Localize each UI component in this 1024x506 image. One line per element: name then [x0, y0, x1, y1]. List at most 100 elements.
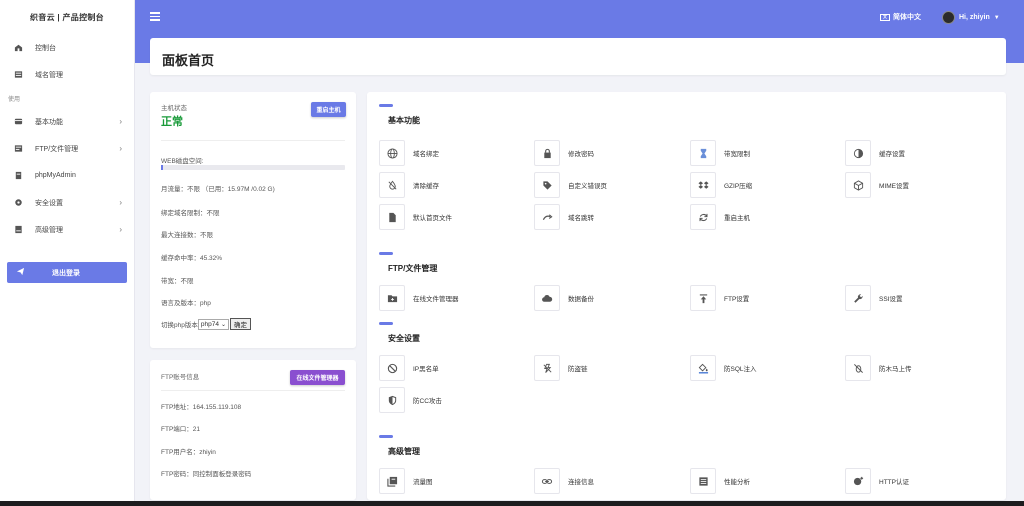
file-manager-button[interactable]: 在线文件管理器 [290, 370, 345, 385]
tile-clear-cache[interactable]: 清除缓存 [379, 172, 439, 198]
chart-icon [379, 468, 405, 494]
language-switcher[interactable]: 文 简体中文 [880, 12, 921, 22]
user-menu[interactable]: Hi, zhiyin ▼ [942, 11, 1000, 24]
tile-connection-info[interactable]: 连接信息 [534, 468, 594, 494]
menu-toggle-icon[interactable] [150, 12, 160, 21]
dropbox-icon [690, 172, 716, 198]
wrench-icon [845, 285, 871, 311]
sidebar-item-label: 安全设置 [35, 199, 63, 207]
traffic-info: 月流量：不限 （已用：15.97M /0.02 G) [161, 186, 275, 193]
tile-mime[interactable]: MIME设置 [845, 172, 909, 198]
tile-traffic-chart[interactable]: 流量图 [379, 468, 433, 494]
sidebar-item-label: 控制台 [35, 44, 56, 52]
sidebar-item-ftp[interactable]: FTP/文件管理 › [0, 135, 134, 162]
tile-label: 流量图 [413, 479, 433, 486]
section-header-basic: 基本功能 [379, 104, 420, 125]
tile-label: 性能分析 [724, 479, 750, 486]
sidebar-item-advanced[interactable]: 高级管理 › [0, 216, 134, 243]
logout-label: 退出登录 [52, 269, 80, 277]
tile-bandwidth-limit[interactable]: 带宽限制 [690, 140, 750, 166]
tile-cache-settings[interactable]: 缓存设置 [845, 140, 905, 166]
tile-performance-analysis[interactable]: 性能分析 [690, 468, 750, 494]
sidebar-item-label: 域名管理 [35, 71, 63, 79]
php-version-value: php74 [200, 320, 219, 328]
confirm-php-button[interactable]: 确定 [229, 318, 251, 330]
tile-change-password[interactable]: 修改密码 [534, 140, 594, 166]
tile-default-index[interactable]: 默认首页文件 [379, 204, 452, 230]
tile-label: 自定义错误页 [568, 183, 607, 190]
chevron-right-icon: › [119, 225, 122, 234]
ftp-username: FTP用户名：zhiyin [161, 449, 216, 456]
chevron-right-icon: › [119, 117, 122, 126]
tile-anti-leech[interactable]: 防盗链 [534, 355, 588, 381]
redirect-icon [534, 204, 560, 230]
tile-label: GZIP压缩 [724, 183, 753, 190]
switch-php-row: 切换php版本 php74 ⌄ 确定 [161, 318, 251, 330]
bandwidth-info: 带宽：不限 [161, 278, 194, 285]
tile-file-manager[interactable]: 在线文件管理器 [379, 285, 459, 311]
tile-http-auth[interactable]: HTTP认证 [845, 468, 909, 494]
host-status-card: 主机状态 正常 重启主机 WEB磁盘空间: 月流量：不限 （已用：15.97M … [150, 92, 356, 348]
tile-label: 在线文件管理器 [413, 296, 459, 303]
disk-usage-fill [161, 165, 163, 170]
broken-link-icon [534, 355, 560, 381]
cache-hit-info: 缓存命中率：45.32% [161, 255, 223, 262]
taskbar [0, 501, 1024, 506]
basic-icon [14, 117, 23, 126]
sidebar-item-phpmyadmin[interactable]: phpMyAdmin [0, 162, 134, 189]
tile-label: 连接信息 [568, 479, 594, 486]
tile-domain-redirect[interactable]: 域名跳转 [534, 204, 594, 230]
section-title: 安全设置 [388, 334, 420, 343]
sidebar-item-dashboard[interactable]: 控制台 [0, 34, 134, 61]
dashboard-icon [14, 43, 23, 52]
file-icon [379, 204, 405, 230]
sidebar-item-label: phpMyAdmin [35, 172, 76, 179]
user-greeting: Hi, zhiyin [959, 14, 990, 21]
section-accent [379, 435, 393, 438]
tile-data-backup[interactable]: 数据备份 [534, 285, 594, 311]
tile-ftp-settings[interactable]: FTP设置 [690, 285, 749, 311]
tile-ssi-settings[interactable]: SSI设置 [845, 285, 902, 311]
tile-restart-host[interactable]: 重启主机 [690, 204, 750, 230]
tile-label: MIME设置 [879, 183, 909, 190]
hourglass-icon [690, 140, 716, 166]
tile-anti-cc-attack[interactable]: 防CC攻击 [379, 387, 442, 413]
section-title: FTP/文件管理 [388, 264, 438, 273]
tile-label: 域名绑定 [413, 151, 439, 158]
tile-label: HTTP认证 [879, 479, 909, 486]
database-icon [14, 171, 23, 180]
ftp-address: FTP地址：164.155.119.108 [161, 404, 242, 411]
sidebar-item-label: 基本功能 [35, 118, 63, 126]
ftp-password: FTP密码：同控制面板登录密码 [161, 471, 252, 478]
php-version-select[interactable]: php74 ⌄ [197, 318, 229, 330]
language-version-info: 语言及版本：php [161, 300, 211, 307]
tile-label: 清除缓存 [413, 183, 439, 190]
tile-custom-error-page[interactable]: 自定义错误页 [534, 172, 607, 198]
page-title-card: 面板首页 [150, 38, 1006, 75]
logout-button[interactable]: 退出登录 [7, 262, 127, 283]
tile-domain-bind[interactable]: 域名绑定 [379, 140, 439, 166]
tile-anti-sql-injection[interactable]: 防SQL注入 [690, 355, 757, 381]
tile-label: 防SQL注入 [724, 366, 757, 373]
upload-icon [690, 285, 716, 311]
functions-card: 基本功能 域名绑定 修改密码 带宽限制 缓存设置 清除缓存 自定义错误页 GZI… [367, 92, 1006, 500]
refresh-icon [690, 204, 716, 230]
folder-plus-icon [379, 285, 405, 311]
sidebar-item-security[interactable]: 安全设置 › [0, 189, 134, 216]
chevron-right-icon: › [119, 144, 122, 153]
section-header-advanced: 高级管理 [379, 435, 420, 456]
section-title: 基本功能 [388, 116, 420, 125]
paint-bucket-icon [690, 355, 716, 381]
ftp-card-title: FTP账号信息 [161, 374, 200, 381]
sidebar: 织音云 | 产品控制台 控制台 域名管理 使用 基本功能 › FTP/文件管理 … [0, 0, 135, 506]
sidebar-item-basic[interactable]: 基本功能 › [0, 108, 134, 135]
restart-host-button[interactable]: 重启主机 [311, 102, 346, 117]
tile-label: 缓存设置 [879, 151, 905, 158]
tile-gzip[interactable]: GZIP压缩 [690, 172, 752, 198]
bug-off-icon [845, 355, 871, 381]
tile-anti-trojan-upload[interactable]: 防木马上传 [845, 355, 912, 381]
gear-icon [14, 198, 23, 207]
sidebar-item-domains[interactable]: 域名管理 [0, 61, 134, 88]
tile-ip-blacklist[interactable]: IP黑名单 [379, 355, 439, 381]
switch-php-label: 切换php版本 [161, 322, 198, 329]
